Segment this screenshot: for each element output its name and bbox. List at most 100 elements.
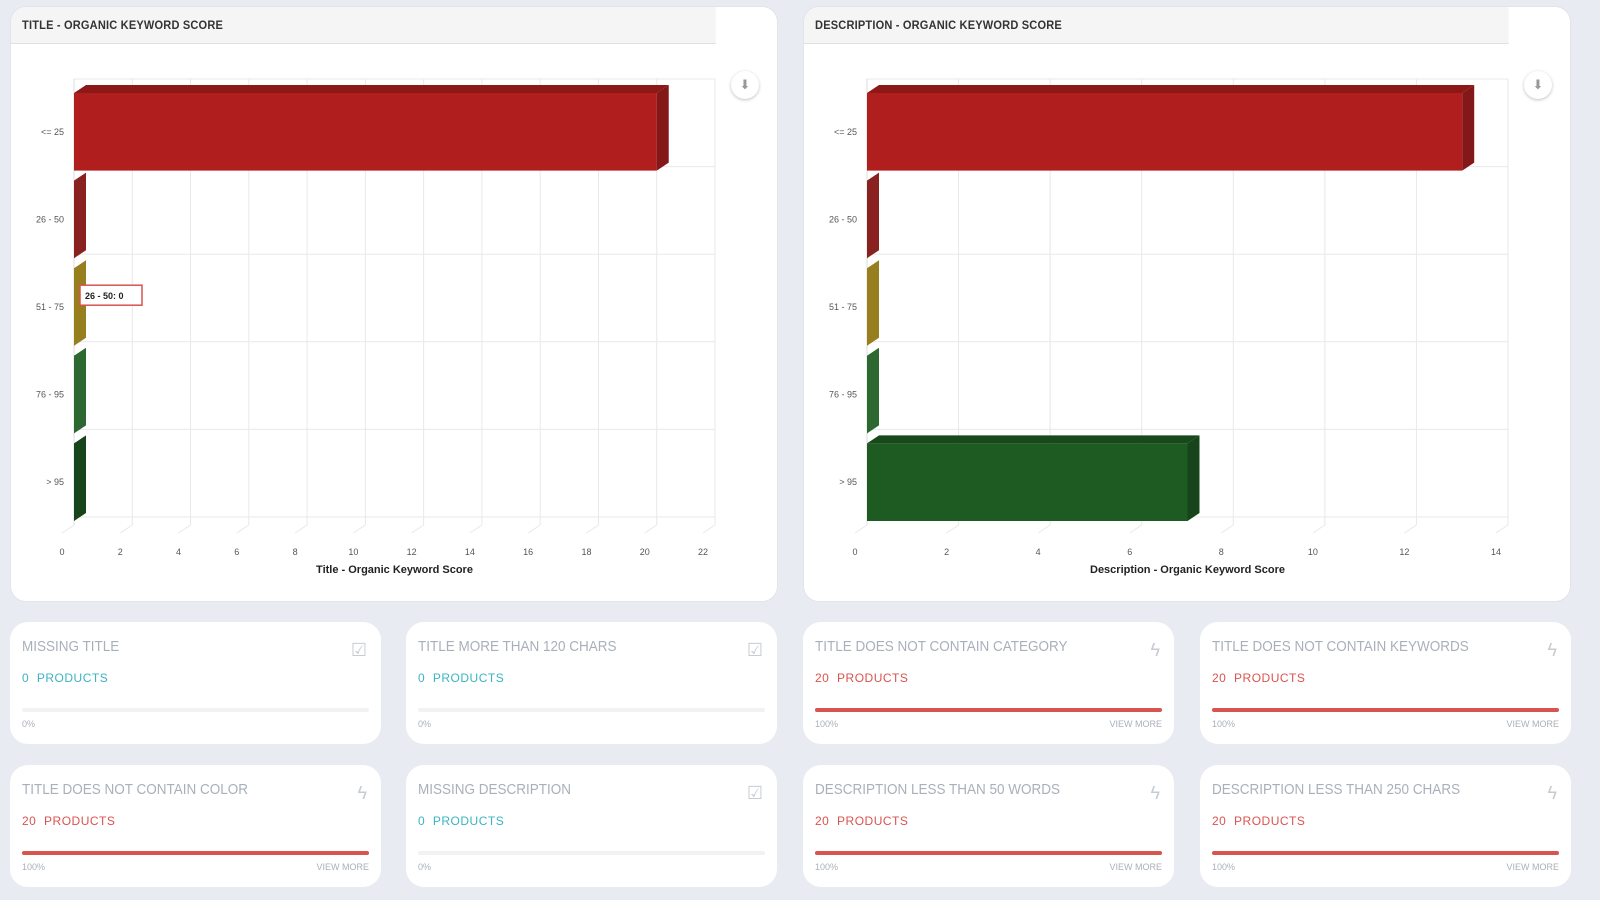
title-score-panel: TITLE - ORGANIC KEYWORD SCORE 0 2 4 6 8 10 12 1…	[10, 6, 778, 602]
x-tick-label: 0	[59, 547, 64, 557]
percent-label: 100%	[815, 719, 839, 729]
progress-fill	[22, 851, 369, 855]
bolt-icon: ϟ	[357, 783, 367, 803]
grid-line	[61, 524, 75, 534]
bar-side-face	[867, 172, 879, 259]
product-count[interactable]: 20 PRODUCTS	[815, 671, 908, 685]
issue-card: DESCRIPTION LESS THAN 50 WORDS ϟ 20 PROD…	[803, 765, 1174, 887]
progress-bar	[418, 708, 765, 712]
progress-bar	[22, 708, 369, 712]
x-axis-title: Title - Organic Keyword Score	[316, 564, 473, 576]
issue-card: TITLE DOES NOT CONTAIN KEYWORDS ϟ 20 PRO…	[1200, 622, 1571, 744]
x-tick-label: 22	[698, 547, 708, 557]
x-tick-label: 8	[1219, 547, 1224, 557]
bar	[74, 93, 657, 171]
view-more-link[interactable]: VIEW MORE	[1109, 862, 1162, 872]
download-icon[interactable]: ⬇	[1524, 71, 1552, 99]
percent-label: 100%	[1212, 719, 1236, 729]
download-icon[interactable]: ⬇	[731, 71, 759, 99]
description-score-panel: DESCRIPTION - ORGANIC KEYWORD SCORE 0246…	[803, 6, 1571, 602]
progress-bar	[22, 851, 369, 855]
bar-side-face	[867, 347, 879, 434]
grid-line	[1495, 524, 1509, 534]
issue-card: DESCRIPTION LESS THAN 250 CHARS ϟ 20 PRO…	[1200, 765, 1571, 887]
grid-line	[1221, 524, 1234, 534]
grid-line	[1404, 524, 1417, 534]
bar	[867, 443, 1188, 521]
y-tick-label: 51 - 75	[36, 302, 64, 312]
grid-line	[236, 524, 250, 534]
bar	[867, 93, 1463, 171]
grid-line	[527, 524, 541, 534]
title-score-chart: 0 2 4 6 8 10 12 14 16 18 20 22 <= 25 26 - 50 51 - 75 76…	[36, 78, 716, 576]
unit: PRODUCTS	[36, 671, 109, 685]
x-tick-label: 18	[581, 547, 591, 557]
bolt-icon: ϟ	[1547, 783, 1557, 803]
count: 0	[22, 671, 30, 685]
percent-label: 100%	[1212, 862, 1236, 872]
x-tick-label: 12	[1399, 547, 1409, 557]
y-tick-label: 76 - 95	[36, 390, 64, 400]
y-tick-label: 51 - 75	[829, 302, 857, 312]
card-title: DESCRIPTION LESS THAN 250 CHARS	[1212, 781, 1461, 798]
unit: PRODUCTS	[432, 814, 505, 828]
grid-line	[586, 524, 599, 534]
x-tick-label: 14	[1491, 547, 1501, 557]
x-tick-label: 4	[1036, 547, 1041, 557]
x-tick-label: 6	[234, 547, 239, 557]
grid-line	[119, 524, 133, 534]
progress-bar	[815, 851, 1162, 855]
view-more-link[interactable]: VIEW MORE	[1506, 862, 1559, 872]
product-count[interactable]: 20 PRODUCTS	[22, 814, 115, 828]
y-tick-label: > 95	[46, 477, 64, 487]
bar-top-face	[867, 85, 1475, 93]
x-tick-label: 14	[465, 547, 475, 557]
y-tick-label: 26 - 50	[829, 214, 857, 224]
card-title: MISSING DESCRIPTION	[418, 781, 572, 798]
card-title: TITLE DOES NOT CONTAIN COLOR	[22, 781, 249, 798]
tooltip-text: 26 - 50: 0	[85, 291, 124, 301]
product-count[interactable]: 20 PRODUCTS	[815, 814, 908, 828]
progress-bar	[1212, 851, 1559, 855]
grid-line	[702, 524, 716, 534]
bar-side-face	[656, 85, 669, 171]
bar-side-face	[74, 172, 86, 259]
bolt-icon: ϟ	[1150, 783, 1160, 803]
bar-side-face	[867, 260, 879, 346]
bar-top-face	[74, 85, 669, 93]
x-tick-label: 20	[640, 547, 650, 557]
grid-line	[1129, 524, 1142, 534]
view-more-link[interactable]: VIEW MORE	[316, 862, 369, 872]
unit: PRODUCTS	[1234, 671, 1306, 685]
percent-label: 0%	[418, 862, 432, 872]
x-tick-label: 2	[944, 547, 949, 557]
grid-line	[178, 524, 191, 534]
x-tick-label: 16	[523, 547, 533, 557]
unit: PRODUCTS	[837, 671, 909, 685]
progress-bar	[418, 851, 765, 855]
bar-top-face	[867, 435, 1200, 444]
view-more-link[interactable]: VIEW MORE	[1506, 719, 1559, 729]
bar-side-face	[74, 435, 86, 521]
view-more-link[interactable]: VIEW MORE	[1109, 719, 1162, 729]
y-tick-label: 26 - 50	[36, 214, 64, 224]
product-count[interactable]: 20 PRODUCTS	[1212, 671, 1305, 685]
unit: PRODUCTS	[44, 814, 116, 828]
x-tick-label: 6	[1127, 547, 1132, 557]
x-tick-label: 2	[118, 547, 123, 557]
grid-line	[1312, 524, 1326, 534]
bar-side-face	[1462, 85, 1475, 171]
product-count[interactable]: 0 PRODUCTS	[418, 671, 504, 685]
progress-bar	[1212, 708, 1559, 712]
product-count[interactable]: 0 PRODUCTS	[22, 671, 108, 685]
y-tick-label: 76 - 95	[829, 390, 857, 400]
grid-line	[469, 524, 483, 534]
x-tick-label: 0	[852, 547, 857, 557]
product-count[interactable]: 20 PRODUCTS	[1212, 814, 1305, 828]
product-count[interactable]: 0 PRODUCTS	[418, 814, 504, 828]
progress-fill	[815, 851, 1162, 855]
grid-line	[294, 524, 308, 534]
issue-card: MISSING TITLE ☑ 0 PRODUCTS 0%	[10, 622, 381, 744]
check-square-icon: ☑	[746, 640, 763, 660]
description-score-chart: 0 2 4 6 8 10 12 14 <= 25 26 - 50 51 - 75 76 - 95 > 9…	[829, 78, 1509, 576]
